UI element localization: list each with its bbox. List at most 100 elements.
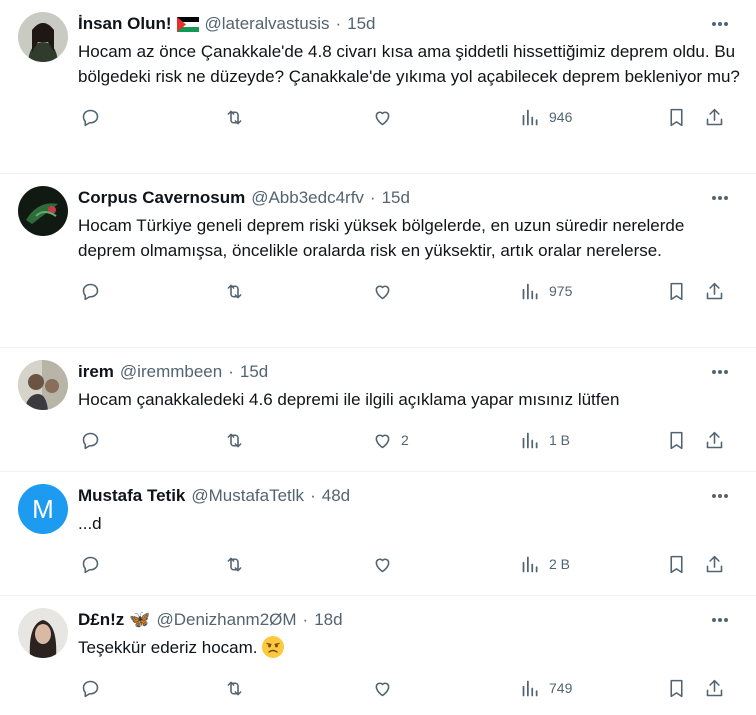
analytics-icon — [522, 109, 538, 125]
bookmark-button[interactable] — [666, 542, 687, 586]
more-options-icon[interactable] — [706, 362, 734, 382]
disappointed-face-icon — [261, 636, 284, 658]
view-count: 2 B — [549, 556, 571, 572]
analytics-icon — [522, 283, 538, 299]
like-button[interactable] — [372, 666, 401, 710]
bookmark-button[interactable] — [666, 418, 687, 462]
views-button[interactable]: 1 B — [520, 418, 570, 462]
tweet[interactable]: İnsan Olun! @lateralvastusis · 15d Hocam… — [0, 0, 756, 174]
more-options-icon[interactable] — [706, 486, 734, 506]
display-name[interactable]: İnsan Olun! — [78, 14, 172, 34]
heart-icon — [375, 558, 390, 572]
tweet-text: Hocam çanakkaledeki 4.6 depremi ile ilgi… — [78, 390, 620, 409]
tweet[interactable]: Corpus Cavernosum @Abb3edc4rfv · 15d Hoc… — [0, 174, 756, 348]
like-button[interactable] — [372, 269, 401, 313]
separator-dot: · — [228, 362, 234, 381]
view-count: 749 — [549, 680, 573, 696]
views-button[interactable]: 975 — [520, 269, 572, 313]
retweet-button[interactable] — [224, 418, 245, 462]
reply-button[interactable] — [80, 95, 101, 139]
display-name[interactable]: irem — [78, 362, 114, 382]
bookmark-icon — [670, 679, 683, 697]
user-handle[interactable]: @lateralvastusis — [205, 14, 330, 34]
retweet-icon — [227, 284, 242, 298]
share-button[interactable] — [704, 666, 725, 710]
tweet[interactable]: M Mustafa Tetik @MustafaTetlk · 48d ...d… — [0, 472, 756, 596]
separator-dot: · — [310, 486, 316, 505]
share-button[interactable] — [704, 418, 725, 462]
timestamp[interactable]: 48d — [322, 486, 350, 506]
reply-icon — [82, 680, 99, 697]
timestamp[interactable]: 15d — [382, 188, 410, 208]
action-bar: 2 1 B — [78, 418, 740, 462]
share-button[interactable] — [704, 95, 725, 139]
retweet-button[interactable] — [224, 95, 245, 139]
like-button[interactable]: 2 — [372, 418, 409, 462]
user-handle[interactable]: @MustafaTetlk — [191, 486, 304, 506]
retweet-button[interactable] — [224, 269, 245, 313]
views-button[interactable]: 749 — [520, 666, 572, 710]
avatar[interactable] — [18, 12, 68, 62]
bookmark-button[interactable] — [666, 666, 687, 710]
bookmark-button[interactable] — [666, 95, 687, 139]
tweet-text: Hocam Türkiye geneli deprem riski yüksek… — [78, 216, 690, 260]
display-name[interactable]: Mustafa Tetik — [78, 486, 185, 506]
avatar[interactable]: M — [18, 484, 68, 534]
share-button[interactable] — [704, 269, 725, 313]
bookmark-button[interactable] — [666, 269, 687, 313]
reply-icon — [82, 283, 99, 300]
view-count: 946 — [549, 109, 573, 125]
avatar[interactable] — [18, 608, 68, 658]
bookmark-icon — [670, 555, 683, 573]
share-icon — [706, 282, 723, 299]
heart-icon — [375, 682, 390, 696]
display-name[interactable]: D£n!z — [78, 610, 124, 630]
analytics-icon — [522, 556, 538, 572]
display-name[interactable]: Corpus Cavernosum — [78, 188, 245, 208]
bookmark-icon — [670, 431, 683, 449]
share-button[interactable] — [704, 542, 725, 586]
reply-button[interactable] — [80, 418, 101, 462]
tweet-text: Hocam az önce Çanakkale'de 4.8 civarı kı… — [78, 42, 740, 86]
share-icon — [706, 431, 723, 448]
retweet-icon — [227, 433, 242, 447]
user-handle[interactable]: @Abb3edc4rfv — [251, 188, 364, 208]
more-options-icon[interactable] — [706, 14, 734, 34]
timestamp[interactable]: 18d — [314, 610, 342, 630]
action-bar: 749 — [78, 666, 740, 710]
like-button[interactable] — [372, 542, 401, 586]
user-handle[interactable]: @iremmbeen — [120, 362, 222, 382]
tweet[interactable]: irem @iremmbeen · 15d Hocam çanakkaledek… — [0, 348, 756, 472]
share-icon — [706, 555, 723, 572]
retweet-button[interactable] — [224, 666, 245, 710]
butterfly-icon: 🦋 — [129, 610, 151, 629]
share-icon — [706, 679, 723, 696]
retweet-button[interactable] — [224, 542, 245, 586]
views-button[interactable]: 2 B — [520, 542, 570, 586]
reply-icon — [82, 109, 99, 126]
reply-button[interactable] — [80, 269, 101, 313]
retweet-icon — [227, 110, 242, 124]
more-options-icon[interactable] — [706, 610, 734, 630]
view-count: 1 B — [549, 432, 571, 448]
avatar[interactable] — [18, 186, 68, 236]
user-handle[interactable]: @Denizhanm2ØM — [156, 610, 296, 630]
action-bar: 975 — [78, 269, 740, 313]
palestine-flag-icon — [176, 16, 199, 32]
analytics-icon — [522, 432, 538, 448]
reply-button[interactable] — [80, 542, 101, 586]
action-bar: 946 — [78, 95, 740, 139]
timestamp[interactable]: 15d — [347, 14, 375, 34]
views-button[interactable]: 946 — [520, 95, 572, 139]
reply-feed: İnsan Olun! @lateralvastusis · 15d Hocam… — [0, 0, 756, 715]
like-count: 2 — [401, 432, 409, 448]
reply-button[interactable] — [80, 666, 101, 710]
reply-icon — [82, 432, 99, 449]
view-count: 975 — [549, 283, 573, 299]
like-button[interactable] — [372, 95, 401, 139]
heart-icon — [375, 111, 390, 125]
tweet[interactable]: D£n!z 🦋 @Denizhanm2ØM · 18d Teşekkür ede… — [0, 596, 756, 715]
more-options-icon[interactable] — [706, 188, 734, 208]
avatar[interactable] — [18, 360, 68, 410]
timestamp[interactable]: 15d — [240, 362, 268, 382]
